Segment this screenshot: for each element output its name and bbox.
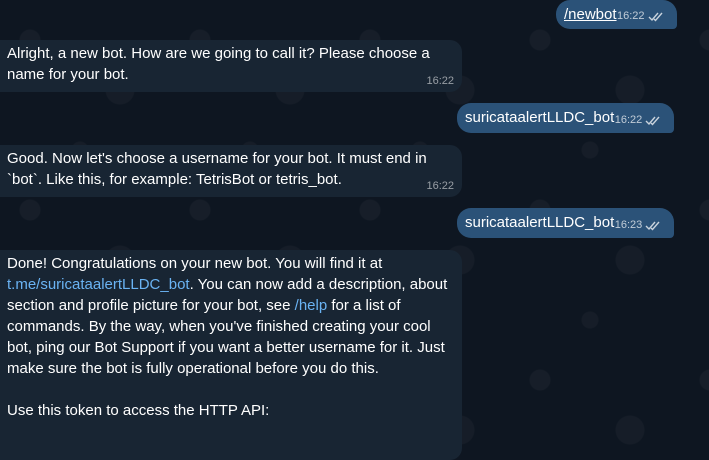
message-text: suricataalertLLDC_bot bbox=[465, 214, 615, 231]
message-text: Done! Congratulations on your new bot. Y… bbox=[7, 253, 452, 379]
message-meta: 16:22 bbox=[426, 75, 454, 88]
message-meta: 16:22 bbox=[615, 114, 663, 127]
double-check-icon bbox=[645, 116, 660, 126]
outgoing-message[interactable]: suricataalertLLDC_bot 16:22 bbox=[457, 103, 675, 133]
message-time: 16:22 bbox=[426, 180, 454, 192]
incoming-message[interactable]: Done! Congratulations on your new bot. Y… bbox=[0, 250, 462, 460]
message-text: Good. Now let's choose a username for yo… bbox=[7, 150, 427, 188]
message-time: 16:23 bbox=[614, 219, 643, 231]
message-meta: 16:22 bbox=[426, 180, 454, 193]
double-check-icon bbox=[645, 221, 660, 231]
message-text-part: Done! Congratulations on your new bot. Y… bbox=[7, 255, 383, 272]
help-command-link[interactable]: /help bbox=[295, 297, 328, 314]
incoming-message[interactable]: Alright, a new bot. How are we going to … bbox=[0, 40, 462, 92]
incoming-message[interactable]: Good. Now let's choose a username for yo… bbox=[0, 145, 462, 197]
command-link[interactable]: /newbot bbox=[564, 6, 617, 23]
message-time: 16:22 bbox=[426, 75, 454, 87]
message-meta: 16:22 bbox=[617, 10, 665, 23]
outgoing-message[interactable]: /newbot 16:22 bbox=[556, 0, 677, 29]
bot-link[interactable]: t.me/suricataalertLLDC_bot bbox=[7, 276, 190, 293]
message-meta: 16:23 bbox=[615, 219, 663, 232]
double-check-icon bbox=[648, 12, 663, 22]
message-text: Alright, a new bot. How are we going to … bbox=[7, 45, 430, 83]
message-time: 16:22 bbox=[617, 10, 645, 22]
message-time: 16:22 bbox=[614, 114, 643, 126]
token-label: Use this token to access the HTTP API: bbox=[7, 402, 270, 419]
message-text: suricataalertLLDC_bot bbox=[465, 109, 615, 126]
outgoing-message[interactable]: suricataalertLLDC_bot 16:23 bbox=[457, 208, 675, 238]
